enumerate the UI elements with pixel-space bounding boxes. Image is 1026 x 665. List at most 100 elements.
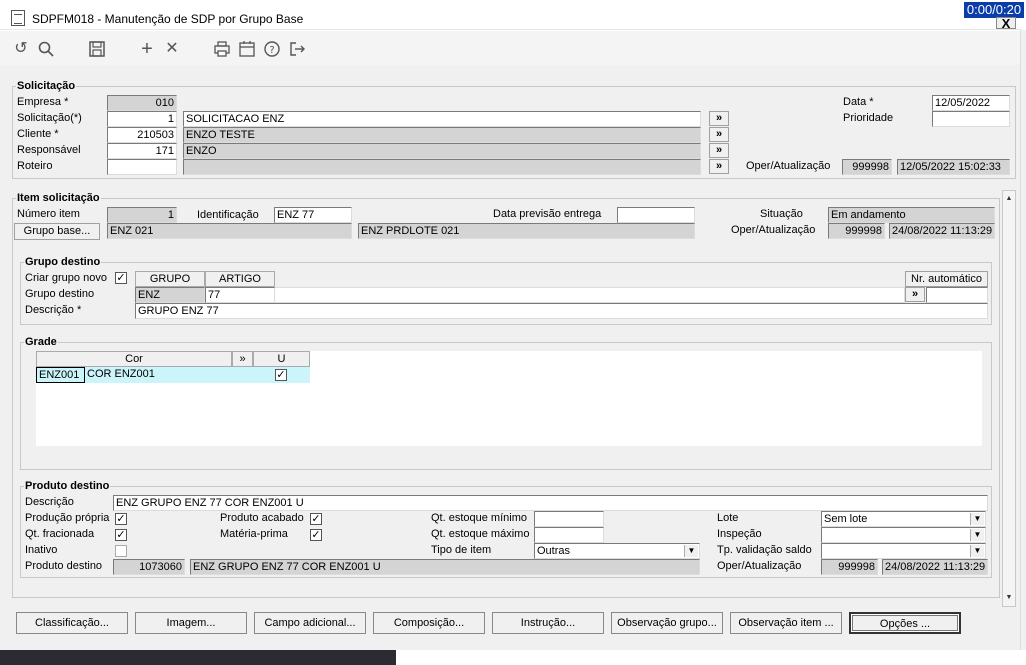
solicitacao-oper-user: 999998: [842, 159, 892, 175]
lote-label: Lote: [717, 512, 739, 524]
print-icon[interactable]: [213, 40, 231, 58]
data-label: Data *: [843, 96, 874, 108]
classificacao-button[interactable]: Classificação...: [16, 612, 128, 634]
grupo-destino-artigo-field[interactable]: 77: [205, 287, 275, 303]
tipo-item-select[interactable]: Outras ▼: [534, 543, 700, 559]
grade-row-code[interactable]: ENZ001: [36, 367, 85, 383]
produto-destino-desc-field: ENZ GRUPO ENZ 77 COR ENZ001 U: [190, 559, 700, 575]
solicitacao-title: Solicitação: [16, 80, 77, 92]
qt-estoque-maximo-label: Qt. estoque máximo: [431, 528, 530, 540]
data-field[interactable]: 12/05/2022: [932, 95, 1010, 111]
solicitacao-number-field[interactable]: 1: [107, 111, 177, 127]
situacao-label: Situação: [760, 208, 803, 220]
roteiro-number-field[interactable]: [107, 159, 177, 175]
add-icon[interactable]: +: [138, 39, 156, 59]
form-vertical-scrollbar[interactable]: ▲ ▼: [1002, 190, 1016, 607]
observacao-item-button[interactable]: Observação item ...: [730, 612, 842, 634]
cliente-number-field[interactable]: 210503: [107, 127, 177, 143]
solicitacao-lookup-button[interactable]: »: [709, 111, 729, 126]
grupo-column-header: GRUPO: [135, 271, 205, 287]
chevron-down-icon[interactable]: ▼: [684, 545, 698, 557]
responsavel-lookup-button[interactable]: »: [709, 143, 729, 158]
produto-oper-user: 999998: [821, 559, 878, 575]
qt-estoque-minimo-label: Qt. estoque mínimo: [431, 512, 527, 524]
composicao-button[interactable]: Composição...: [373, 612, 485, 634]
inspecao-select[interactable]: ▼: [821, 527, 986, 543]
qt-fracionada-checkbox[interactable]: ✓: [115, 529, 127, 541]
campo-adicional-button[interactable]: Campo adicional...: [254, 612, 366, 634]
solicitacao-desc-field[interactable]: SOLICITACAO ENZ: [183, 111, 701, 127]
scroll-down-icon[interactable]: ▼: [1003, 592, 1015, 604]
produto-acabado-label: Produto acabado: [220, 512, 304, 524]
tipo-item-value: Outras: [537, 545, 571, 557]
grupo-destino-side-field[interactable]: [926, 287, 988, 303]
data-previsao-field[interactable]: [617, 207, 695, 223]
imagem-button[interactable]: Imagem...: [135, 612, 247, 634]
svg-text:?: ?: [269, 45, 274, 56]
grupo-base-desc-field: ENZ PRDLOTE 021: [358, 223, 695, 239]
descricao-grupo-label: Descrição *: [25, 304, 82, 316]
item-oper-label: Oper/Atualização: [731, 224, 816, 236]
window-scrollbar[interactable]: [1020, 30, 1026, 650]
scroll-up-icon[interactable]: ▲: [1003, 193, 1015, 205]
criar-grupo-checkbox[interactable]: ✓: [115, 272, 127, 284]
taskbar: [0, 650, 396, 665]
timer-badge: 0:00/0:20: [964, 2, 1024, 18]
descricao-grupo-field[interactable]: GRUPO ENZ 77: [135, 303, 988, 319]
nr-automatico-button[interactable]: Nr. automático: [905, 271, 988, 287]
delete-icon[interactable]: ✕: [163, 40, 181, 58]
roteiro-lookup-button[interactable]: »: [709, 159, 729, 174]
lote-select[interactable]: Sem lote ▼: [821, 511, 986, 527]
calendar-icon[interactable]: [238, 40, 256, 58]
cliente-lookup-button[interactable]: »: [709, 127, 729, 142]
search-icon[interactable]: [37, 40, 55, 58]
save-icon[interactable]: [88, 40, 106, 58]
responsavel-number-field[interactable]: 171: [107, 143, 177, 159]
identificacao-label: Identificação: [197, 209, 259, 221]
grupo-base-button[interactable]: Grupo base...: [14, 223, 100, 240]
chevron-down-icon[interactable]: ▼: [970, 513, 984, 525]
responsavel-desc-field: ENZO: [183, 143, 701, 159]
tipo-item-label: Tipo de item: [431, 544, 492, 556]
produto-descricao-field[interactable]: ENZ GRUPO ENZ 77 COR ENZ001 U: [113, 495, 988, 511]
materia-prima-checkbox[interactable]: ✓: [310, 529, 322, 541]
tp-validacao-select[interactable]: ▼: [821, 543, 986, 559]
solicitacao-label: Solicitação(*): [17, 112, 82, 124]
producao-propria-label: Produção própria: [25, 512, 110, 524]
artigo-column-header: ARTIGO: [205, 271, 275, 287]
roteiro-desc-field: [183, 159, 701, 175]
producao-propria-checkbox[interactable]: ✓: [115, 513, 127, 525]
inativo-checkbox[interactable]: [115, 545, 127, 557]
chevron-down-icon[interactable]: ▼: [970, 545, 984, 557]
observacao-grupo-button[interactable]: Observação grupo...: [611, 612, 723, 634]
identificacao-field[interactable]: ENZ 77: [274, 207, 352, 223]
grupo-destino-lookup-button[interactable]: »: [905, 287, 925, 302]
item-oper-datetime: 24/08/2022 11:13:29: [889, 223, 995, 239]
close-button[interactable]: X: [996, 17, 1016, 30]
grupo-base-code-field: ENZ 021: [107, 223, 352, 239]
materia-prima-label: Matéria-prima: [220, 528, 288, 540]
roteiro-label: Roteiro: [17, 160, 53, 172]
opcoes-button[interactable]: Opções ...: [849, 612, 961, 634]
undo-icon[interactable]: ↺: [12, 40, 30, 58]
produto-destino-label: Produto destino: [25, 560, 103, 572]
empresa-field[interactable]: 010: [107, 95, 177, 111]
help-icon[interactable]: ?: [263, 40, 281, 58]
grupo-destino-title: Grupo destino: [24, 256, 102, 268]
solicitacao-oper-label: Oper/Atualização: [746, 160, 831, 172]
grade-row-u-checkbox[interactable]: ✓: [275, 369, 287, 381]
grupo-destino-extra-field: [275, 287, 905, 303]
chevron-down-icon[interactable]: ▼: [970, 529, 984, 541]
instrucao-button[interactable]: Instrução...: [492, 612, 604, 634]
prioridade-field[interactable]: [932, 111, 1010, 127]
qt-estoque-minimo-field[interactable]: [534, 511, 604, 527]
cor-expand-button[interactable]: »: [232, 351, 253, 367]
produto-acabado-checkbox[interactable]: ✓: [310, 513, 322, 525]
exit-icon[interactable]: [288, 40, 306, 58]
produto-oper-label: Oper/Atualização: [717, 560, 802, 572]
produto-oper-datetime: 24/08/2022 11:13:29: [882, 559, 988, 575]
inspecao-label: Inspeção: [717, 528, 762, 540]
cliente-label: Cliente *: [17, 128, 59, 140]
qt-estoque-maximo-field[interactable]: [534, 527, 604, 543]
grupo-destino-grupo-field: ENZ: [135, 287, 205, 303]
